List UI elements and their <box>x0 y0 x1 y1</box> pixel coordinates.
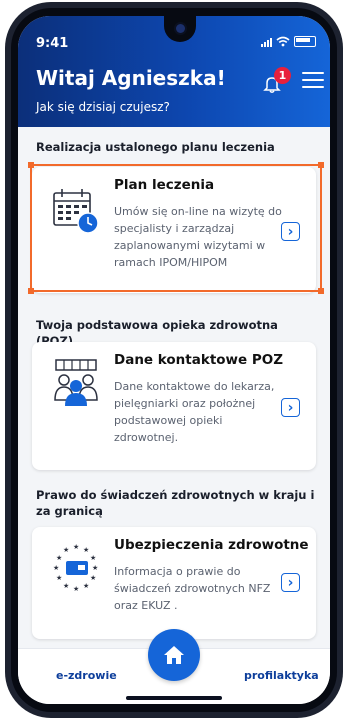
chevron-right-icon[interactable]: › <box>281 573 300 592</box>
card-description: Dane kontaktowe do lekarza, pielęgniarki… <box>114 380 275 444</box>
app-screen: 9:41 Witaj Agnieszka! Jak się dzisiaj cz… <box>18 16 330 704</box>
selection-handle[interactable] <box>318 162 324 168</box>
notification-badge: 1 <box>274 67 291 84</box>
phone-frame: 9:41 Witaj Agnieszka! Jak się dzisiaj cz… <box>0 0 348 720</box>
svg-text:★: ★ <box>63 546 69 554</box>
medical-staff-icon <box>54 359 98 406</box>
dane-kontaktowe-poz-card[interactable]: Dane kontaktowe POZ Dane kontaktowe do l… <box>32 342 316 470</box>
card-title: Dane kontaktowe POZ <box>114 352 284 368</box>
battery-icon <box>294 36 316 47</box>
section-title: Prawo do świadczeń zdrowotnych w kraju i… <box>36 488 315 518</box>
chevron-right-icon[interactable]: › <box>281 398 300 417</box>
svg-text:★: ★ <box>83 546 89 554</box>
svg-text:★: ★ <box>90 554 96 562</box>
card-description: Informacja o prawie do świadczeń zdrowot… <box>114 565 271 612</box>
svg-text:★: ★ <box>56 574 62 582</box>
selection-handle[interactable] <box>318 288 324 294</box>
home-indicator <box>126 696 222 700</box>
hamburger-menu-icon[interactable] <box>302 72 324 90</box>
svg-text:★: ★ <box>56 554 62 562</box>
selection-highlight <box>28 162 324 294</box>
svg-text:★: ★ <box>73 585 79 593</box>
section-title: Realizacja ustalonego planu leczenia <box>36 140 275 154</box>
svg-text:★: ★ <box>53 564 59 572</box>
status-icons <box>261 36 316 47</box>
svg-text:★: ★ <box>90 574 96 582</box>
status-time: 9:41 <box>36 36 69 51</box>
nav-profilaktyka[interactable]: profilaktyka <box>244 669 319 682</box>
svg-text:★: ★ <box>92 564 98 572</box>
ubezpieczenia-zdrowotne-card[interactable]: ★ ★ ★ ★ ★ ★ ★ ★ ★ ★ ★ ★ Ubezpieczenia zd… <box>32 527 316 639</box>
wifi-icon <box>276 36 290 47</box>
selection-handle[interactable] <box>28 162 34 168</box>
greeting-title: Witaj Agnieszka! <box>36 66 226 90</box>
svg-text:★: ★ <box>83 582 89 590</box>
home-button[interactable] <box>148 629 200 681</box>
card-title: Ubezpieczenia zdrowotne <box>114 537 309 553</box>
eu-insurance-card-icon: ★ ★ ★ ★ ★ ★ ★ ★ ★ ★ ★ ★ <box>53 543 98 593</box>
front-camera <box>176 24 185 33</box>
nav-e-zdrowie[interactable]: e-zdrowie <box>56 669 117 682</box>
home-icon <box>164 646 184 664</box>
selection-handle[interactable] <box>28 288 34 294</box>
greeting-subtitle: Jak się dzisiaj czujesz? <box>36 100 170 114</box>
signal-icon <box>261 37 272 47</box>
svg-text:★: ★ <box>73 543 79 551</box>
svg-text:★: ★ <box>63 582 69 590</box>
